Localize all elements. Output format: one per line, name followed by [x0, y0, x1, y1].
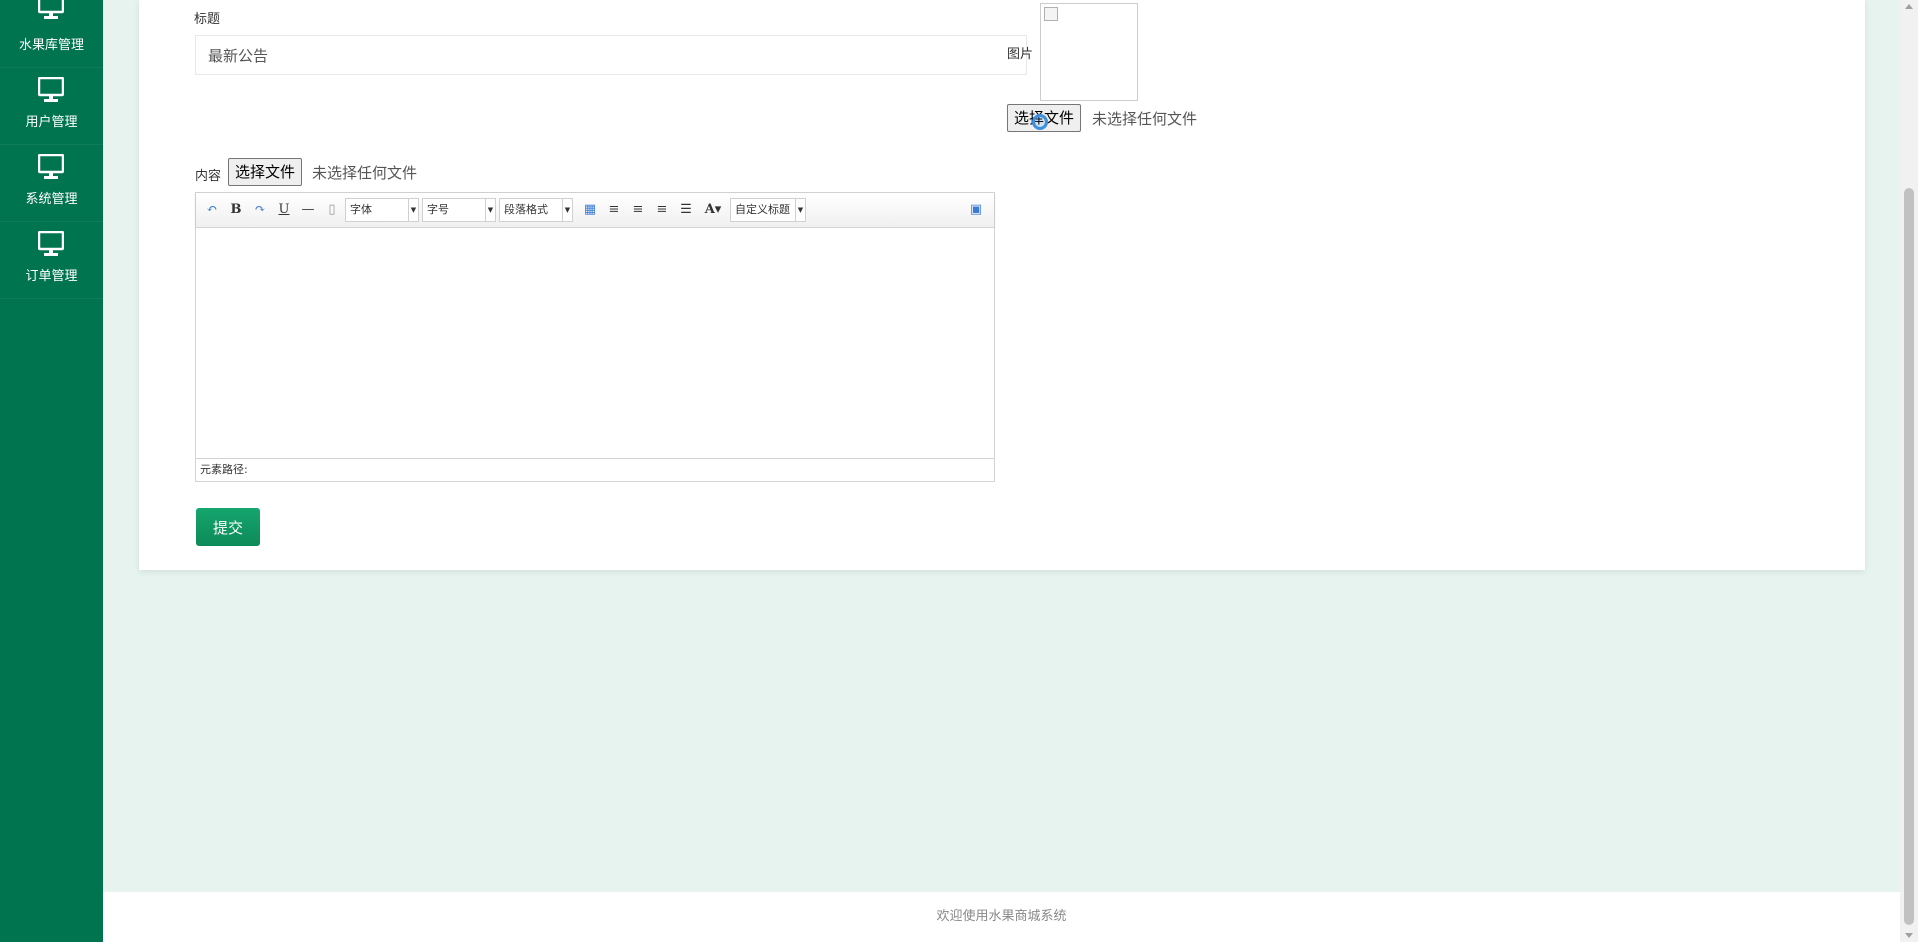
- element-path-label: 元素路径:: [200, 463, 248, 476]
- chevron-down-icon: ▼: [408, 199, 418, 221]
- editor-status-bar: 元素路径:: [196, 458, 994, 481]
- footer: 欢迎使用水果商城系统: [103, 892, 1900, 942]
- footer-text: 欢迎使用水果商城系统: [936, 909, 1067, 924]
- sidebar-item-orders[interactable]: 订单管理: [0, 221, 103, 299]
- chevron-down-icon: ▼: [485, 199, 495, 221]
- monitor-icon: [38, 0, 64, 19]
- content-file-button[interactable]: 选择文件: [228, 158, 303, 186]
- font-size-select[interactable]: 字号 ▼: [422, 198, 496, 222]
- rich-text-editor: ↶ B ↷ U — ▯ 字体 ▼ 字号 ▼ 段落格式 ▼ ▦ ≡ ≡ ≡ ☰ A…: [195, 192, 995, 482]
- monitor-icon: [38, 231, 64, 256]
- form-card: 标题 图片 选择文件 未选择任何文件 内容 选择文件 未选择任何文件 ↶ B ↷…: [139, 0, 1865, 570]
- editor-content-area[interactable]: [196, 228, 994, 458]
- redo-icon[interactable]: ↷: [251, 201, 269, 219]
- paragraph-select[interactable]: 段落格式 ▼: [499, 198, 573, 222]
- sidebar: 水果库管理 用户管理 系统管理 订单管理: [0, 0, 103, 942]
- image-label: 图片: [1007, 47, 1034, 62]
- scroll-up-arrow[interactable]: [1905, 4, 1913, 9]
- custom-title-value: 自定义标题: [735, 203, 790, 216]
- sidebar-item-label: 订单管理: [25, 269, 78, 284]
- table-icon[interactable]: ▦: [581, 201, 599, 219]
- content-label: 内容: [195, 169, 222, 184]
- undo-icon[interactable]: ↶: [203, 201, 221, 219]
- align-justify-icon[interactable]: ☰: [677, 201, 695, 219]
- sidebar-item-label: 系统管理: [25, 192, 78, 207]
- font-color-icon[interactable]: A▾: [701, 201, 725, 219]
- font-family-select[interactable]: 字体 ▼: [345, 198, 419, 222]
- sidebar-item-system[interactable]: 系统管理: [0, 144, 103, 222]
- title-label: 标题: [194, 12, 221, 27]
- align-right-icon[interactable]: ≡: [629, 201, 647, 219]
- preview-icon[interactable]: ▣: [967, 201, 985, 219]
- image-file-status: 未选择任何文件: [1092, 110, 1198, 128]
- font-family-value: 字体: [350, 203, 372, 216]
- submit-button[interactable]: 提交: [196, 508, 260, 546]
- chevron-down-icon: ▼: [795, 199, 805, 221]
- cursor-indicator: [1032, 114, 1048, 130]
- custom-title-select[interactable]: 自定义标题 ▼: [730, 198, 806, 222]
- sidebar-item-label: 用户管理: [25, 115, 78, 130]
- sidebar-item-fruit-library[interactable]: 水果库管理: [0, 0, 103, 68]
- align-left-icon[interactable]: ≡: [605, 201, 623, 219]
- align-center-icon[interactable]: ≡: [653, 201, 671, 219]
- main-content: 标题 图片 选择文件 未选择任何文件 内容 选择文件 未选择任何文件 ↶ B ↷…: [103, 0, 1900, 892]
- title-input[interactable]: [195, 35, 1027, 75]
- scrollbar[interactable]: [1900, 0, 1918, 942]
- scroll-down-arrow[interactable]: [1905, 933, 1913, 938]
- image-preview: [1040, 3, 1138, 101]
- sidebar-item-label: 水果库管理: [18, 38, 84, 53]
- bold-icon[interactable]: B: [227, 201, 245, 219]
- broken-image-icon: [1044, 7, 1058, 21]
- monitor-icon: [38, 77, 64, 102]
- editor-toolbar: ↶ B ↷ U — ▯ 字体 ▼ 字号 ▼ 段落格式 ▼ ▦ ≡ ≡ ≡ ☰ A…: [196, 193, 994, 228]
- scrollbar-thumb[interactable]: [1904, 188, 1914, 925]
- paragraph-value: 段落格式: [504, 203, 548, 216]
- content-file-status: 未选择任何文件: [312, 164, 418, 182]
- sidebar-item-users[interactable]: 用户管理: [0, 67, 103, 145]
- chevron-down-icon: ▼: [562, 199, 572, 221]
- monitor-icon: [38, 154, 64, 179]
- underline-icon[interactable]: U: [275, 201, 293, 219]
- font-size-value: 字号: [427, 203, 449, 216]
- horizontal-rule-icon[interactable]: —: [299, 201, 317, 219]
- document-icon[interactable]: ▯: [323, 201, 341, 219]
